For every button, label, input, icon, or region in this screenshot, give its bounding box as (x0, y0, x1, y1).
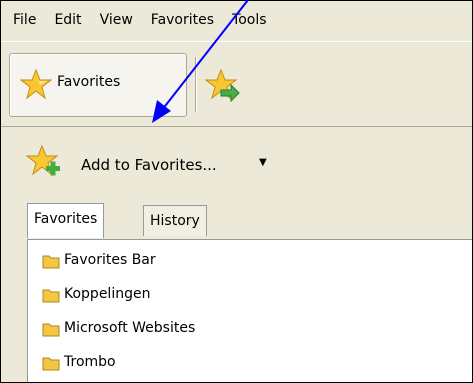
menu-edit[interactable]: Edit (45, 8, 90, 32)
list-item-label: Trombo (64, 354, 116, 370)
chevron-down-icon[interactable]: ▼ (259, 157, 267, 168)
favorites-list: Favorites Bar Koppelingen Microsoft Webs… (27, 239, 472, 382)
menu-bar: File Edit View Favorites Tools (1, 1, 472, 39)
star-add-arrow-icon[interactable] (204, 68, 242, 106)
favorites-button-label: Favorites (57, 74, 121, 90)
browser-window: File Edit View Favorites Tools Favorites (0, 0, 473, 383)
favorites-center-button[interactable]: Favorites (9, 53, 187, 117)
folder-icon (42, 357, 60, 371)
star-icon (20, 68, 52, 100)
folder-icon (42, 255, 60, 269)
tab-history[interactable]: History (143, 205, 207, 236)
star-add-icon (25, 144, 60, 176)
tab-favorites[interactable]: Favorites (27, 203, 105, 238)
list-item-label: Microsoft Websites (64, 320, 196, 336)
list-item-label: Koppelingen (64, 286, 151, 302)
toolbar: Favorites (1, 41, 472, 127)
menu-file[interactable]: File (1, 8, 45, 32)
toolbar-separator (195, 57, 196, 112)
folder-icon (42, 323, 60, 337)
folder-icon (42, 289, 60, 303)
add-to-favorites-label: Add to Favorites... (81, 156, 217, 174)
list-item-label: Favorites Bar (64, 252, 156, 268)
menu-view[interactable]: View (91, 8, 142, 32)
favorites-pane: Add to Favorites... ▼ Favorites History … (1, 127, 472, 382)
menu-favorites[interactable]: Favorites (142, 8, 223, 32)
menu-tools[interactable]: Tools (223, 8, 276, 32)
add-to-favorites-button[interactable]: Add to Favorites... ▼ (25, 143, 305, 183)
